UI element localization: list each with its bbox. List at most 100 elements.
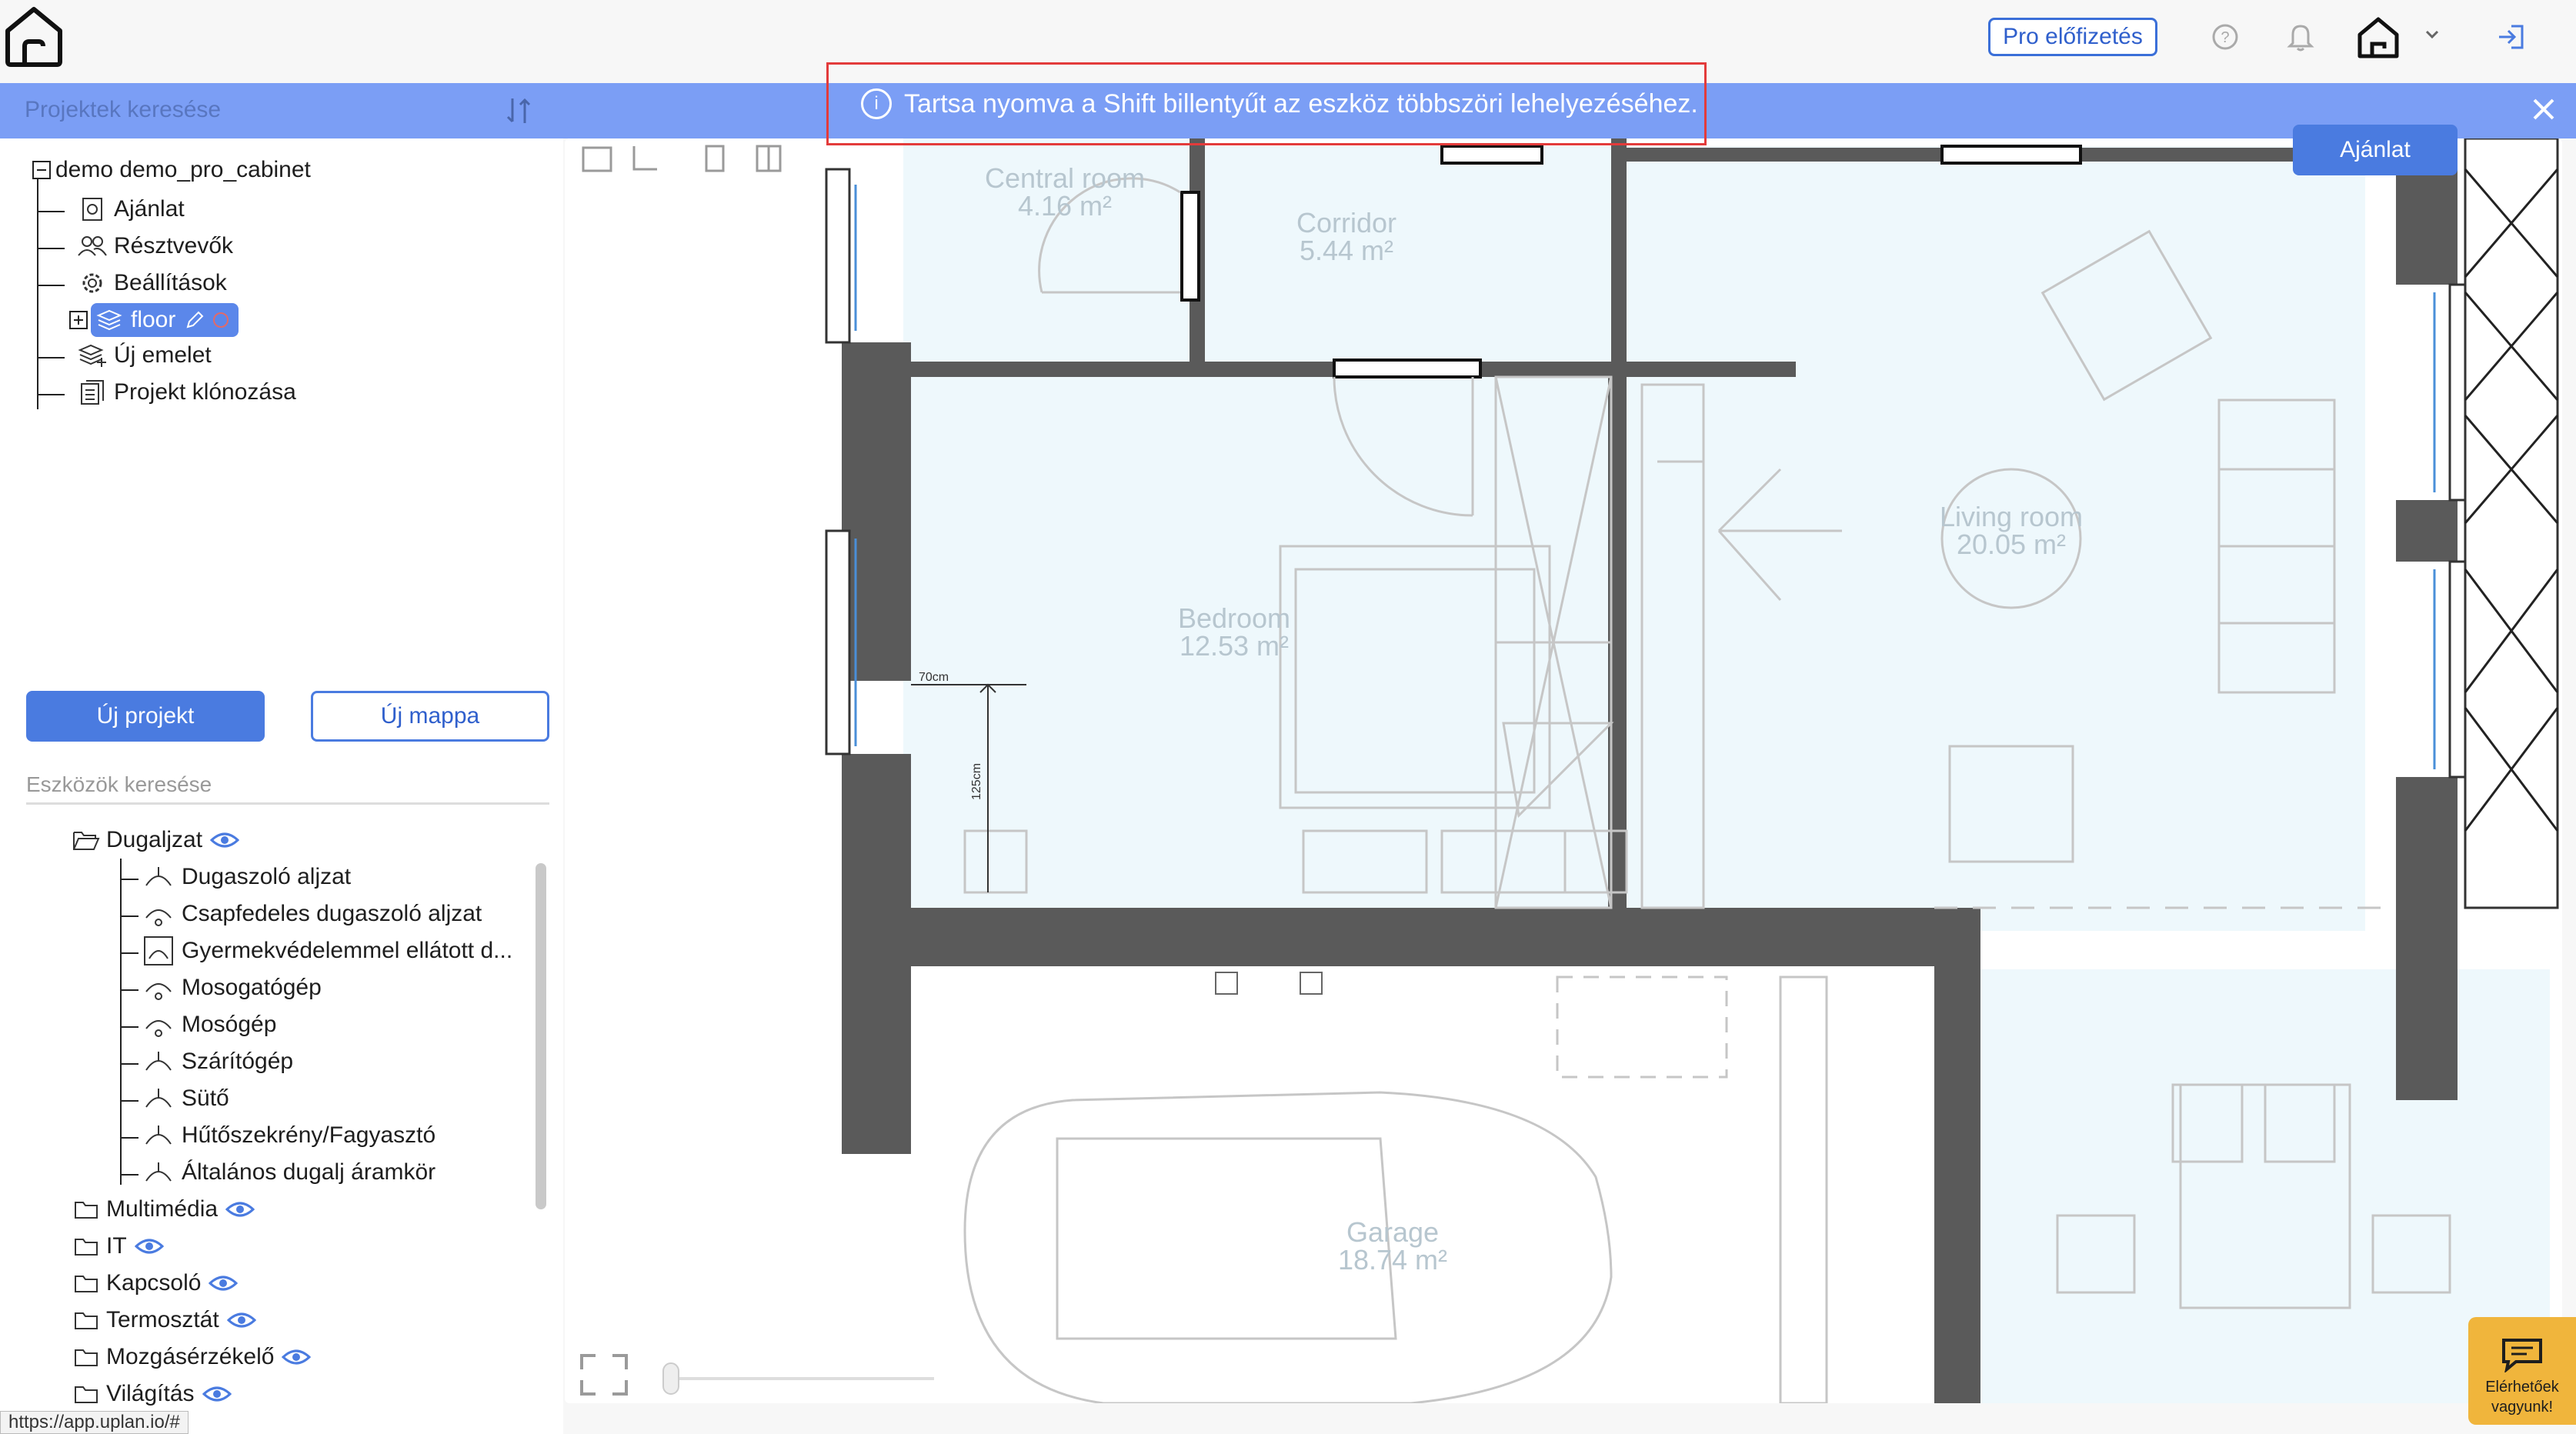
tool-item-label: Általános dugalj áramkör bbox=[182, 1159, 436, 1185]
eye-icon[interactable] bbox=[202, 1385, 232, 1403]
tool-category-it[interactable]: IT bbox=[72, 1231, 164, 1262]
tree-item-resztvevok[interactable]: Résztvevők bbox=[38, 231, 234, 262]
home-logo-icon[interactable] bbox=[2, 3, 66, 68]
pro-subscription-button[interactable]: Pro előfizetés bbox=[1988, 18, 2157, 56]
project-root[interactable]: demo demo_pro_cabinet bbox=[31, 157, 311, 183]
placed-device-icon[interactable] bbox=[1300, 972, 1323, 995]
tree-connector bbox=[38, 394, 65, 395]
new-folder-button[interactable]: Új mappa bbox=[311, 691, 549, 742]
pencil-icon[interactable] bbox=[185, 310, 205, 330]
tree-item-beallitasok[interactable]: Beállítások bbox=[38, 268, 227, 298]
new-project-button[interactable]: Új projekt bbox=[26, 691, 265, 742]
tool-category-termosztat[interactable]: Termosztát bbox=[72, 1305, 256, 1336]
tool-item-label: Dugaszoló aljzat bbox=[182, 864, 352, 889]
room-label-garage: Garage 18.74 m² bbox=[1337, 1216, 1448, 1276]
washer-socket-icon bbox=[142, 1009, 175, 1040]
folder-icon bbox=[72, 1194, 100, 1225]
floor-plan-drawing: 70cm 125cm bbox=[580, 138, 2559, 1403]
floor-plan-canvas[interactable]: 70cm 125cm Central room 4.16 m² Corridor 5… bbox=[565, 138, 2562, 1403]
fridge-socket-icon bbox=[142, 1120, 175, 1151]
sort-icon[interactable] bbox=[505, 95, 532, 126]
tree-item-label: Projekt klónozása bbox=[114, 379, 296, 405]
tool-category-kapcsolo[interactable]: Kapcsoló bbox=[72, 1268, 239, 1299]
eye-icon[interactable] bbox=[209, 1274, 239, 1292]
clone-document-icon bbox=[77, 377, 108, 408]
chat-line-2: vagyunk! bbox=[2491, 1399, 2554, 1416]
info-icon: i bbox=[861, 88, 892, 119]
circuit-socket-icon bbox=[142, 1157, 175, 1188]
tool-category-label: Dugaljzat bbox=[106, 827, 203, 852]
tool-item[interactable]: Szárítógép bbox=[120, 1046, 293, 1077]
room-label-living: Living room 20.05 m² bbox=[1939, 501, 2084, 560]
tool-item[interactable]: Általános dugalj áramkör bbox=[120, 1157, 436, 1188]
eye-icon[interactable] bbox=[225, 1200, 255, 1219]
help-icon[interactable]: ? bbox=[2207, 18, 2244, 55]
delete-icon[interactable] bbox=[212, 312, 229, 328]
notification-text: Tartsa nyomva a Shift billentyűt az eszk… bbox=[904, 88, 1698, 118]
tool-item[interactable]: Mosógép bbox=[120, 1009, 277, 1040]
tool-item[interactable]: Csapfedeles dugaszoló aljzat bbox=[120, 899, 482, 929]
tool-category-label: Világítás bbox=[106, 1381, 195, 1406]
tree-connector bbox=[120, 1137, 138, 1139]
tool-category-label: Termosztát bbox=[106, 1307, 219, 1332]
logout-icon[interactable] bbox=[2493, 18, 2530, 55]
tool-category-dugaljzat[interactable]: Dugaljzat bbox=[72, 825, 240, 855]
project-search-input[interactable]: Projektek keresése bbox=[25, 97, 221, 123]
folder-icon bbox=[72, 1305, 100, 1336]
svg-text:?: ? bbox=[2221, 29, 2229, 46]
tree-item-label: Ajánlat bbox=[114, 196, 185, 222]
collapse-icon[interactable] bbox=[31, 159, 52, 181]
users-icon bbox=[77, 231, 108, 262]
tree-connector bbox=[120, 1100, 138, 1102]
tool-item[interactable]: Dugaszoló aljzat bbox=[120, 862, 352, 892]
tree-connector bbox=[120, 859, 122, 1185]
tools-scrollbar[interactable] bbox=[536, 863, 546, 1209]
tree-connector bbox=[38, 357, 65, 358]
tree-item-label: Résztvevők bbox=[114, 233, 234, 258]
tree-connector bbox=[37, 178, 38, 409]
folder-icon bbox=[72, 1231, 100, 1262]
fullscreen-icon[interactable] bbox=[580, 1354, 628, 1396]
tool-item[interactable]: Hűtőszekrény/Fagyasztó bbox=[120, 1120, 435, 1151]
tree-connector bbox=[120, 1026, 138, 1028]
room-label-central: Central room 4.16 m² bbox=[984, 162, 1146, 222]
tree-connector bbox=[120, 952, 138, 954]
tree-item-klonozas[interactable]: Projekt klónozása bbox=[38, 377, 296, 408]
tool-item-label: Mosogatógép bbox=[182, 975, 322, 1000]
tree-connector bbox=[120, 879, 138, 880]
status-url: https://app.uplan.io/# bbox=[0, 1411, 189, 1434]
folder-icon bbox=[72, 1379, 100, 1409]
tool-category-vilagitas[interactable]: Világítás bbox=[72, 1379, 232, 1409]
eye-icon[interactable] bbox=[134, 1237, 164, 1256]
tree-item-floor[interactable]: floor bbox=[68, 303, 239, 337]
tool-item-label: Sütő bbox=[182, 1086, 229, 1111]
expand-icon[interactable] bbox=[68, 309, 89, 331]
user-menu-home-icon[interactable] bbox=[2353, 14, 2407, 62]
zoom-slider-handle[interactable] bbox=[662, 1362, 679, 1395]
socket-lid-icon bbox=[142, 899, 175, 929]
tool-item-label: Mosógép bbox=[182, 1012, 277, 1037]
close-icon[interactable] bbox=[2528, 94, 2559, 125]
chevron-down-icon[interactable] bbox=[2421, 23, 2444, 46]
room-label-corridor: Corridor 5.44 m² bbox=[1296, 207, 1397, 266]
tool-category-mozgaserzekelo[interactable]: Mozgásérzékelő bbox=[72, 1342, 312, 1372]
bell-icon[interactable] bbox=[2282, 18, 2319, 55]
tree-connector bbox=[38, 248, 65, 249]
tree-item-label: Új emelet bbox=[114, 342, 212, 368]
tool-item[interactable]: Sütő bbox=[120, 1083, 229, 1114]
tool-item[interactable]: Mosogatógép bbox=[120, 972, 322, 1003]
tree-connector bbox=[120, 915, 138, 917]
tool-search-input[interactable]: Eszközök keresése bbox=[26, 766, 549, 805]
eye-icon[interactable] bbox=[210, 831, 240, 849]
eye-icon[interactable] bbox=[282, 1348, 312, 1366]
eye-icon[interactable] bbox=[226, 1311, 256, 1329]
chat-widget[interactable]: Elérhetőek vagyunk! bbox=[2468, 1317, 2576, 1425]
tree-item-uj-emelet[interactable]: Új emelet bbox=[38, 340, 212, 371]
tool-category-label: IT bbox=[106, 1233, 127, 1259]
tree-item-ajanlat[interactable]: Ajánlat bbox=[38, 194, 185, 225]
tool-category-multimedia[interactable]: Multimédia bbox=[72, 1194, 255, 1225]
tool-item[interactable]: Gyermekvédelemmel ellátott d... bbox=[120, 935, 512, 966]
offer-button[interactable]: Ajánlat bbox=[2293, 125, 2458, 175]
folder-icon bbox=[72, 1342, 100, 1372]
placed-device-icon[interactable] bbox=[1215, 972, 1238, 995]
